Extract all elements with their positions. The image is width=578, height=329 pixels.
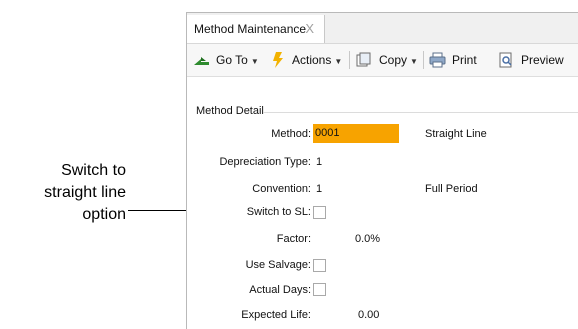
preview-button[interactable]: Preview: [497, 44, 564, 76]
actions-lightning-icon: [273, 52, 283, 68]
tab-label: Method Maintenance: [194, 22, 307, 36]
actual-days-label: Actual Days:: [249, 284, 311, 296]
method-description: Straight Line: [425, 128, 487, 140]
convention-label: Convention:: [252, 183, 311, 195]
toolbar-divider: [423, 51, 424, 69]
callout-text: Switch to straight line option: [0, 160, 126, 226]
factor-value[interactable]: 0.0%: [355, 233, 380, 245]
use-salvage-checkbox[interactable]: [313, 259, 326, 272]
app-window: Method Maintenance X Go To ▼ Actions ▼ C…: [186, 12, 578, 329]
switch-to-sl-checkbox[interactable]: [313, 206, 326, 219]
chevron-down-icon: ▼: [250, 57, 259, 66]
preview-icon: [499, 52, 512, 68]
copy-label: Copy: [379, 53, 408, 67]
tab-method-maintenance[interactable]: Method Maintenance X: [187, 15, 325, 43]
close-icon[interactable]: X: [305, 15, 314, 43]
section-divider: [263, 112, 578, 113]
method-label: Method:: [271, 128, 311, 140]
preview-label: Preview: [521, 53, 564, 67]
copy-icon: [356, 52, 371, 67]
callout-line-2: straight line: [44, 184, 126, 201]
depreciation-type-value[interactable]: 1: [316, 156, 322, 168]
expected-life-value[interactable]: 0.00: [358, 309, 379, 321]
actual-days-checkbox[interactable]: [313, 283, 326, 296]
method-value: 0001: [315, 127, 340, 139]
expected-life-label: Expected Life:: [241, 309, 311, 321]
switch-to-sl-label: Switch to SL:: [246, 206, 311, 218]
callout-line-1: Switch to: [61, 162, 126, 179]
callout-line-3: option: [82, 206, 126, 223]
goto-arrow-icon: [194, 57, 209, 65]
chevron-down-icon: ▼: [410, 57, 418, 66]
convention-value[interactable]: 1: [316, 183, 322, 195]
goto-button[interactable]: Go To ▼: [191, 44, 259, 76]
method-field[interactable]: 0001: [313, 124, 399, 143]
section-title: Method Detail: [196, 105, 264, 117]
toolbar-divider: [349, 51, 350, 69]
depreciation-type-label: Depreciation Type:: [219, 156, 311, 168]
actions-label: Actions: [292, 53, 332, 67]
convention-description: Full Period: [425, 183, 478, 195]
copy-button[interactable]: Copy ▼: [355, 44, 418, 76]
print-label: Print: [452, 53, 477, 67]
chevron-down-icon: ▼: [334, 57, 343, 66]
toolbar: Go To ▼ Actions ▼ Copy ▼ Print Preview: [187, 44, 578, 77]
factor-label: Factor:: [276, 233, 311, 245]
printer-icon: [429, 52, 446, 68]
use-salvage-label: Use Salvage:: [245, 259, 311, 271]
actions-button[interactable]: Actions ▼: [270, 44, 342, 76]
print-button[interactable]: Print: [429, 44, 477, 76]
goto-label: Go To: [216, 53, 248, 67]
tab-bar: Method Maintenance X: [187, 13, 578, 44]
